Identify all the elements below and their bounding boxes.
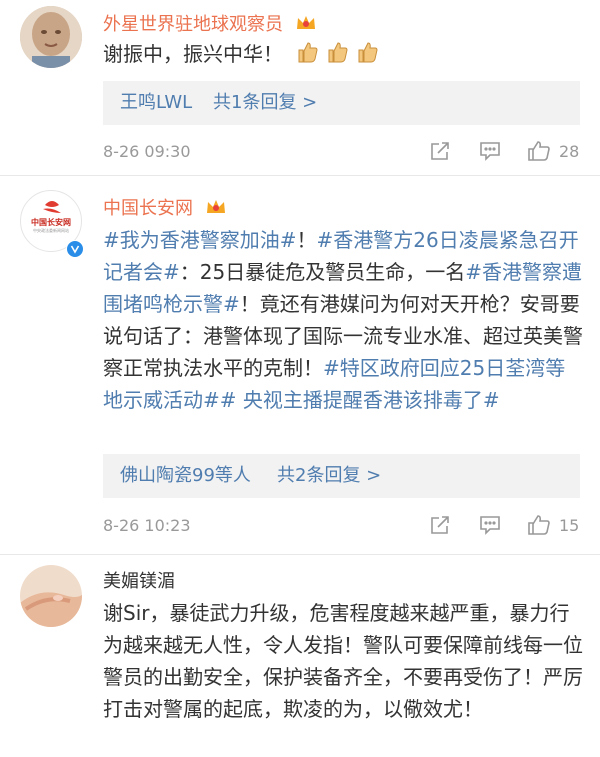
crown-icon [206,200,225,213]
comment-icon[interactable] [479,140,501,166]
reply-author[interactable]: 王鸣LWL [120,81,192,125]
like-icon[interactable] [527,514,551,540]
comment-text: 谢振中，振兴中华！ [103,38,583,73]
avatar-logo-text: 中国长安网 [31,218,71,227]
verified-icon [66,240,84,258]
hashtag-link[interactable]: #我为香港警察加油# [103,228,297,252]
avatar-logo-subtext: 中央政法委新闻网站 [33,228,69,233]
comment-body: 谢Sir，暴徒武力升级，危害程度越来越严重，暴力行为越来越无人性，令人发指！警队… [103,601,583,721]
username-text[interactable]: 中国长安网 [103,198,193,219]
like-icon[interactable] [527,140,551,166]
comment-body: ！ [296,228,317,252]
reply-summary[interactable]: 王鸣LWL 共1条回复 > [103,81,580,125]
hashtag-link[interactable]: 央视主播提醒香港该排毒了# [243,388,500,412]
share-icon[interactable] [429,514,451,540]
like-count: 15 [559,516,580,535]
comment-3: 美媚镁湄 谢Sir，暴徒武力升级，危害程度越来越严重，暴力行为越来越无人性，令人… [0,555,600,757]
reply-summary[interactable]: 佛山陶瓷99等人 共2条回复 > [103,454,580,498]
comment-body: 谢振中，振兴中华！ [103,42,283,66]
avatar[interactable] [20,6,82,68]
reply-count[interactable]: 共2条回复 > [277,454,381,498]
comment-meta: 8-26 10:23 15 [103,514,580,538]
thumbs-up-emoji [295,40,385,73]
comment-meta: 8-26 09:30 28 [103,140,580,164]
comment-body: ：25日暴徒危及警员生命，一名 [179,260,466,284]
crown-icon [296,16,315,29]
username[interactable]: 外星世界驻地球观察员 [103,10,317,36]
timestamp: 8-26 09:30 [103,142,191,161]
like-count: 28 [559,142,580,161]
timestamp: 8-26 10:23 [103,516,191,535]
reply-count[interactable]: 共1条回复 > [213,81,317,125]
share-icon[interactable] [429,140,451,166]
comment-text: 谢Sir，暴徒武力升级，危害程度越来越严重，暴力行为越来越无人性，令人发指！警队… [103,597,583,725]
username-text[interactable]: 美媚镁湄 [103,571,175,592]
comment-text: #我为香港警察加油#！#香港警方26日凌晨紧急召开记者会#：25日暴徒危及警员生… [103,224,583,416]
comment-1: 外星世界驻地球观察员 谢振中，振兴中华！ 王鸣LWL 共1条回复 > 8-26 … [0,0,600,175]
username[interactable]: 中国长安网 [103,194,227,220]
reply-author[interactable]: 佛山陶瓷99等人 [120,454,251,498]
username[interactable]: 美媚镁湄 [103,567,175,593]
username-text[interactable]: 外星世界驻地球观察员 [103,14,283,35]
comment-icon[interactable] [479,514,501,540]
avatar[interactable] [20,565,82,627]
comment-2: 中国长安网 中央政法委新闻网站 中国长安网 #我为香港警察加油#！#香港警方26… [0,176,600,554]
